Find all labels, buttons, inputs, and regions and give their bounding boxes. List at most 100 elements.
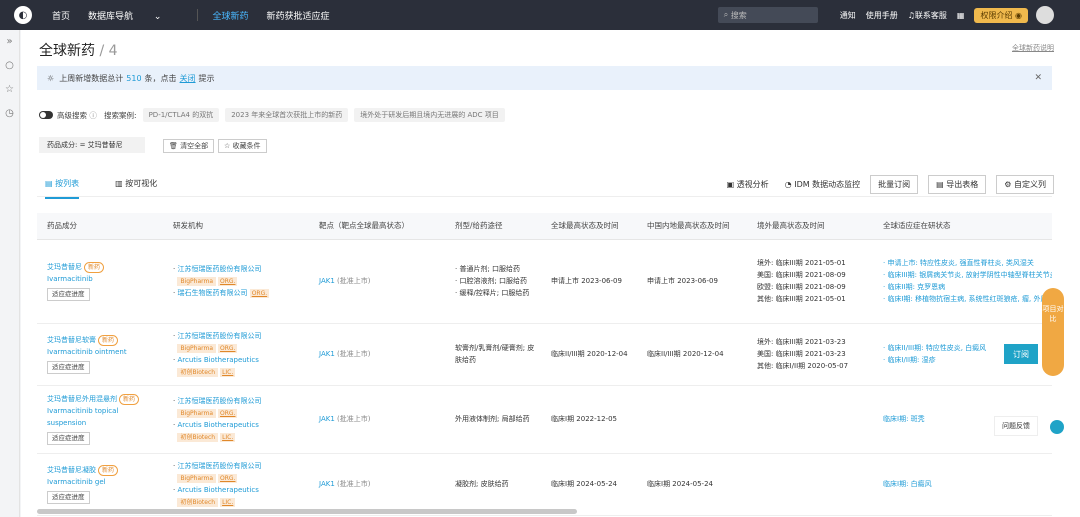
- contact-link[interactable]: ♫联系客服: [908, 10, 947, 21]
- indication-progress-button[interactable]: 适应症进度: [47, 432, 90, 445]
- target-link[interactable]: JAK1: [319, 277, 335, 285]
- clock-icon[interactable]: ◷: [0, 108, 19, 126]
- col-header[interactable]: 研发机构: [163, 213, 309, 240]
- search-placeholder: 搜索: [730, 10, 747, 20]
- indication-progress-button[interactable]: 适应症进度: [47, 491, 90, 504]
- cell-drug: 艾玛昔替尼 新药 Ivarmacitinib 适应症进度: [37, 239, 163, 324]
- star-icon[interactable]: ☆: [0, 84, 19, 102]
- org-link[interactable]: Arcutis Biotherapeutics: [177, 486, 258, 494]
- search-icon: ⌕: [723, 10, 729, 19]
- target-link[interactable]: JAK1: [319, 415, 335, 423]
- expand-icon[interactable]: »: [0, 36, 19, 54]
- save-condition-button[interactable]: ☆ 收藏条件: [218, 139, 267, 153]
- indication-line[interactable]: 临床II期: 克罗恩病: [887, 283, 945, 291]
- advanced-search-toggle[interactable]: [39, 111, 53, 119]
- compare-float-button[interactable]: 项目对比: [1042, 288, 1064, 376]
- nav-global-new-drug[interactable]: 全球新药: [212, 9, 248, 22]
- clear-all-button[interactable]: 🗑 清空全部: [163, 139, 215, 153]
- permission-button[interactable]: 权限介绍 ◉: [974, 7, 1028, 23]
- export-label: 导出表格: [946, 180, 979, 189]
- org-switch-icon[interactable]: ▦: [957, 11, 965, 20]
- search-input[interactable]: ⌕ 搜索: [717, 7, 818, 23]
- analysis-button[interactable]: ▣ 透视分析: [727, 179, 769, 190]
- horizontal-scrollbar[interactable]: [37, 509, 577, 514]
- search-case-chip[interactable]: 境外处于研发后期且境内无进展的 ADC 项目: [354, 108, 505, 122]
- help-link[interactable]: 全球新药说明: [1012, 43, 1054, 53]
- col-header[interactable]: 剂型/给药途径: [445, 213, 541, 240]
- org-link[interactable]: 江苏恒瑞医药股份有限公司: [177, 265, 261, 273]
- feedback-icon[interactable]: [1050, 420, 1064, 434]
- col-header[interactable]: 境外最高状态及时间: [747, 213, 873, 240]
- col-header[interactable]: 全球适应症在研状态: [873, 213, 1052, 240]
- avatar[interactable]: [1036, 6, 1054, 24]
- drug-en-name[interactable]: Ivarmacitinib gel: [47, 478, 106, 486]
- search-case-chip[interactable]: 2023 年来全球首次获批上市的新药: [225, 108, 349, 122]
- org-type-badge: 初创Biotech: [177, 433, 219, 442]
- drug-name-link[interactable]: 艾玛昔替尼软膏: [47, 336, 96, 344]
- new-drug-badge: 新药: [84, 262, 105, 273]
- drug-name-link[interactable]: 艾玛昔替尼: [47, 263, 82, 271]
- drug-name-link[interactable]: 艾玛昔替尼凝胶: [47, 466, 96, 474]
- subscribe-button[interactable]: 订阅: [1004, 344, 1038, 364]
- banner-text-pre: 上周新增数据总计: [59, 73, 124, 83]
- custom-columns-button[interactable]: ⚙ 自定义列: [996, 175, 1054, 194]
- export-button[interactable]: ▤ 导出表格: [928, 175, 987, 194]
- org-link[interactable]: 江苏恒瑞医药股份有限公司: [177, 332, 261, 340]
- batch-subscribe-button[interactable]: 批量订阅: [870, 175, 919, 194]
- col-header[interactable]: 全球最高状态及时间: [541, 213, 637, 240]
- nav-db[interactable]: 数据库导航 ⌄: [88, 9, 179, 22]
- app-logo[interactable]: ◐: [14, 6, 32, 24]
- org-role-badge: ORG.: [218, 474, 238, 483]
- cell-overseas-status: 境外: 临床III期 2021-05-01 美国: 临床III期 2021-08-…: [747, 239, 873, 324]
- drug-name-link[interactable]: 艾玛昔替尼外用混悬剂: [47, 395, 117, 403]
- search-case-chip[interactable]: PD-1/CTLA4 的双抗: [142, 108, 220, 122]
- org-link[interactable]: Arcutis Biotherapeutics: [177, 421, 258, 429]
- nav-home[interactable]: 首页: [52, 9, 70, 22]
- indication-line[interactable]: 临床I期: 白癜风: [883, 480, 932, 488]
- target-link[interactable]: JAK1: [319, 480, 335, 488]
- idm-monitor-button[interactable]: ◔ IDM 数据动态监控: [785, 179, 861, 190]
- notice-link[interactable]: 通知: [840, 10, 856, 21]
- table-row: 艾玛昔替尼凝胶 新药 Ivarmacitinib gel 适应症进度 · 江苏恒瑞医药…: [37, 453, 1052, 516]
- indication-line[interactable]: 临床I期: 斑秃: [883, 415, 925, 423]
- org-link[interactable]: Arcutis Biotherapeutics: [177, 356, 258, 364]
- manual-link[interactable]: 使用手册: [866, 10, 898, 21]
- nav-new-drug-approval[interactable]: 新药获批适应症: [266, 9, 329, 22]
- org-link[interactable]: 江苏恒瑞医药股份有限公司: [177, 462, 261, 470]
- org-link[interactable]: 瑞石生物医药有限公司: [177, 289, 247, 297]
- indication-line[interactable]: 临床I期: 移植物抗宿主病, 系统性红斑狼疮, 瘤, 外周T细胞淋巴瘤: [887, 295, 1052, 303]
- overseas-line: 其他: 临床I/II期 2020-05-07: [757, 362, 849, 370]
- feedback-button[interactable]: 问题反馈: [994, 416, 1038, 436]
- org-type-badge: BigPharma: [177, 344, 217, 353]
- indication-progress-button[interactable]: 适应症进度: [47, 361, 90, 374]
- col-header[interactable]: 药品成分: [37, 213, 163, 240]
- chat-icon[interactable]: ○: [0, 60, 19, 78]
- close-icon[interactable]: ✕: [1034, 73, 1042, 83]
- save-condition-label: 收藏条件: [232, 142, 261, 150]
- cell-target: JAK1 (批准上市): [309, 453, 445, 516]
- org-link[interactable]: 江苏恒瑞医药股份有限公司: [177, 397, 261, 405]
- drug-en-name[interactable]: Ivarmacitinib topical suspension: [47, 407, 118, 427]
- drug-en-name[interactable]: Ivarmacitinib ointment: [47, 348, 127, 356]
- nav-divider: [197, 9, 199, 21]
- cell-org: · 江苏恒瑞医药股份有限公司 BigPharma ORG. · Arcutis Bi…: [163, 323, 309, 386]
- cell-cn-status: [637, 385, 747, 454]
- form-item: 普通片剂; 口服给药: [459, 265, 521, 273]
- filter-chip[interactable]: 药品成分: = 艾玛昔替尼: [39, 137, 145, 153]
- permission-label: 权限介绍: [980, 10, 1013, 20]
- target-link[interactable]: JAK1: [319, 350, 335, 358]
- tab-divider: [37, 196, 1052, 197]
- indication-line[interactable]: 临床I/II期: 湿疹: [887, 356, 935, 364]
- cell-overseas-status: 境外: 临床III期 2021-03-23 美国: 临床III期 2021-03-…: [747, 323, 873, 386]
- target-status: (批准上市): [337, 277, 371, 285]
- indication-line[interactable]: 临床III期: 银屑病关节炎, 放射学阴性中轴型脊柱关节炎: [887, 271, 1052, 279]
- target-status: (批准上市): [337, 415, 371, 423]
- overseas-line: 境外: 临床III期 2021-05-01: [757, 259, 846, 267]
- indication-progress-button[interactable]: 适应症进度: [47, 288, 90, 301]
- drug-en-name[interactable]: Ivarmacitinib: [47, 275, 93, 283]
- col-header[interactable]: 中国内地最高状态及时间: [637, 213, 747, 240]
- banner-close-link[interactable]: 关闭: [180, 73, 196, 84]
- indication-line[interactable]: 临床II/III期: 特应性皮炎, 白癜风: [887, 344, 986, 352]
- indication-line[interactable]: 申请上市: 特应性皮炎, 强直性脊柱炎, 类风湿关: [887, 259, 1033, 267]
- col-header[interactable]: 靶点（靶点全球最高状态）: [309, 213, 445, 240]
